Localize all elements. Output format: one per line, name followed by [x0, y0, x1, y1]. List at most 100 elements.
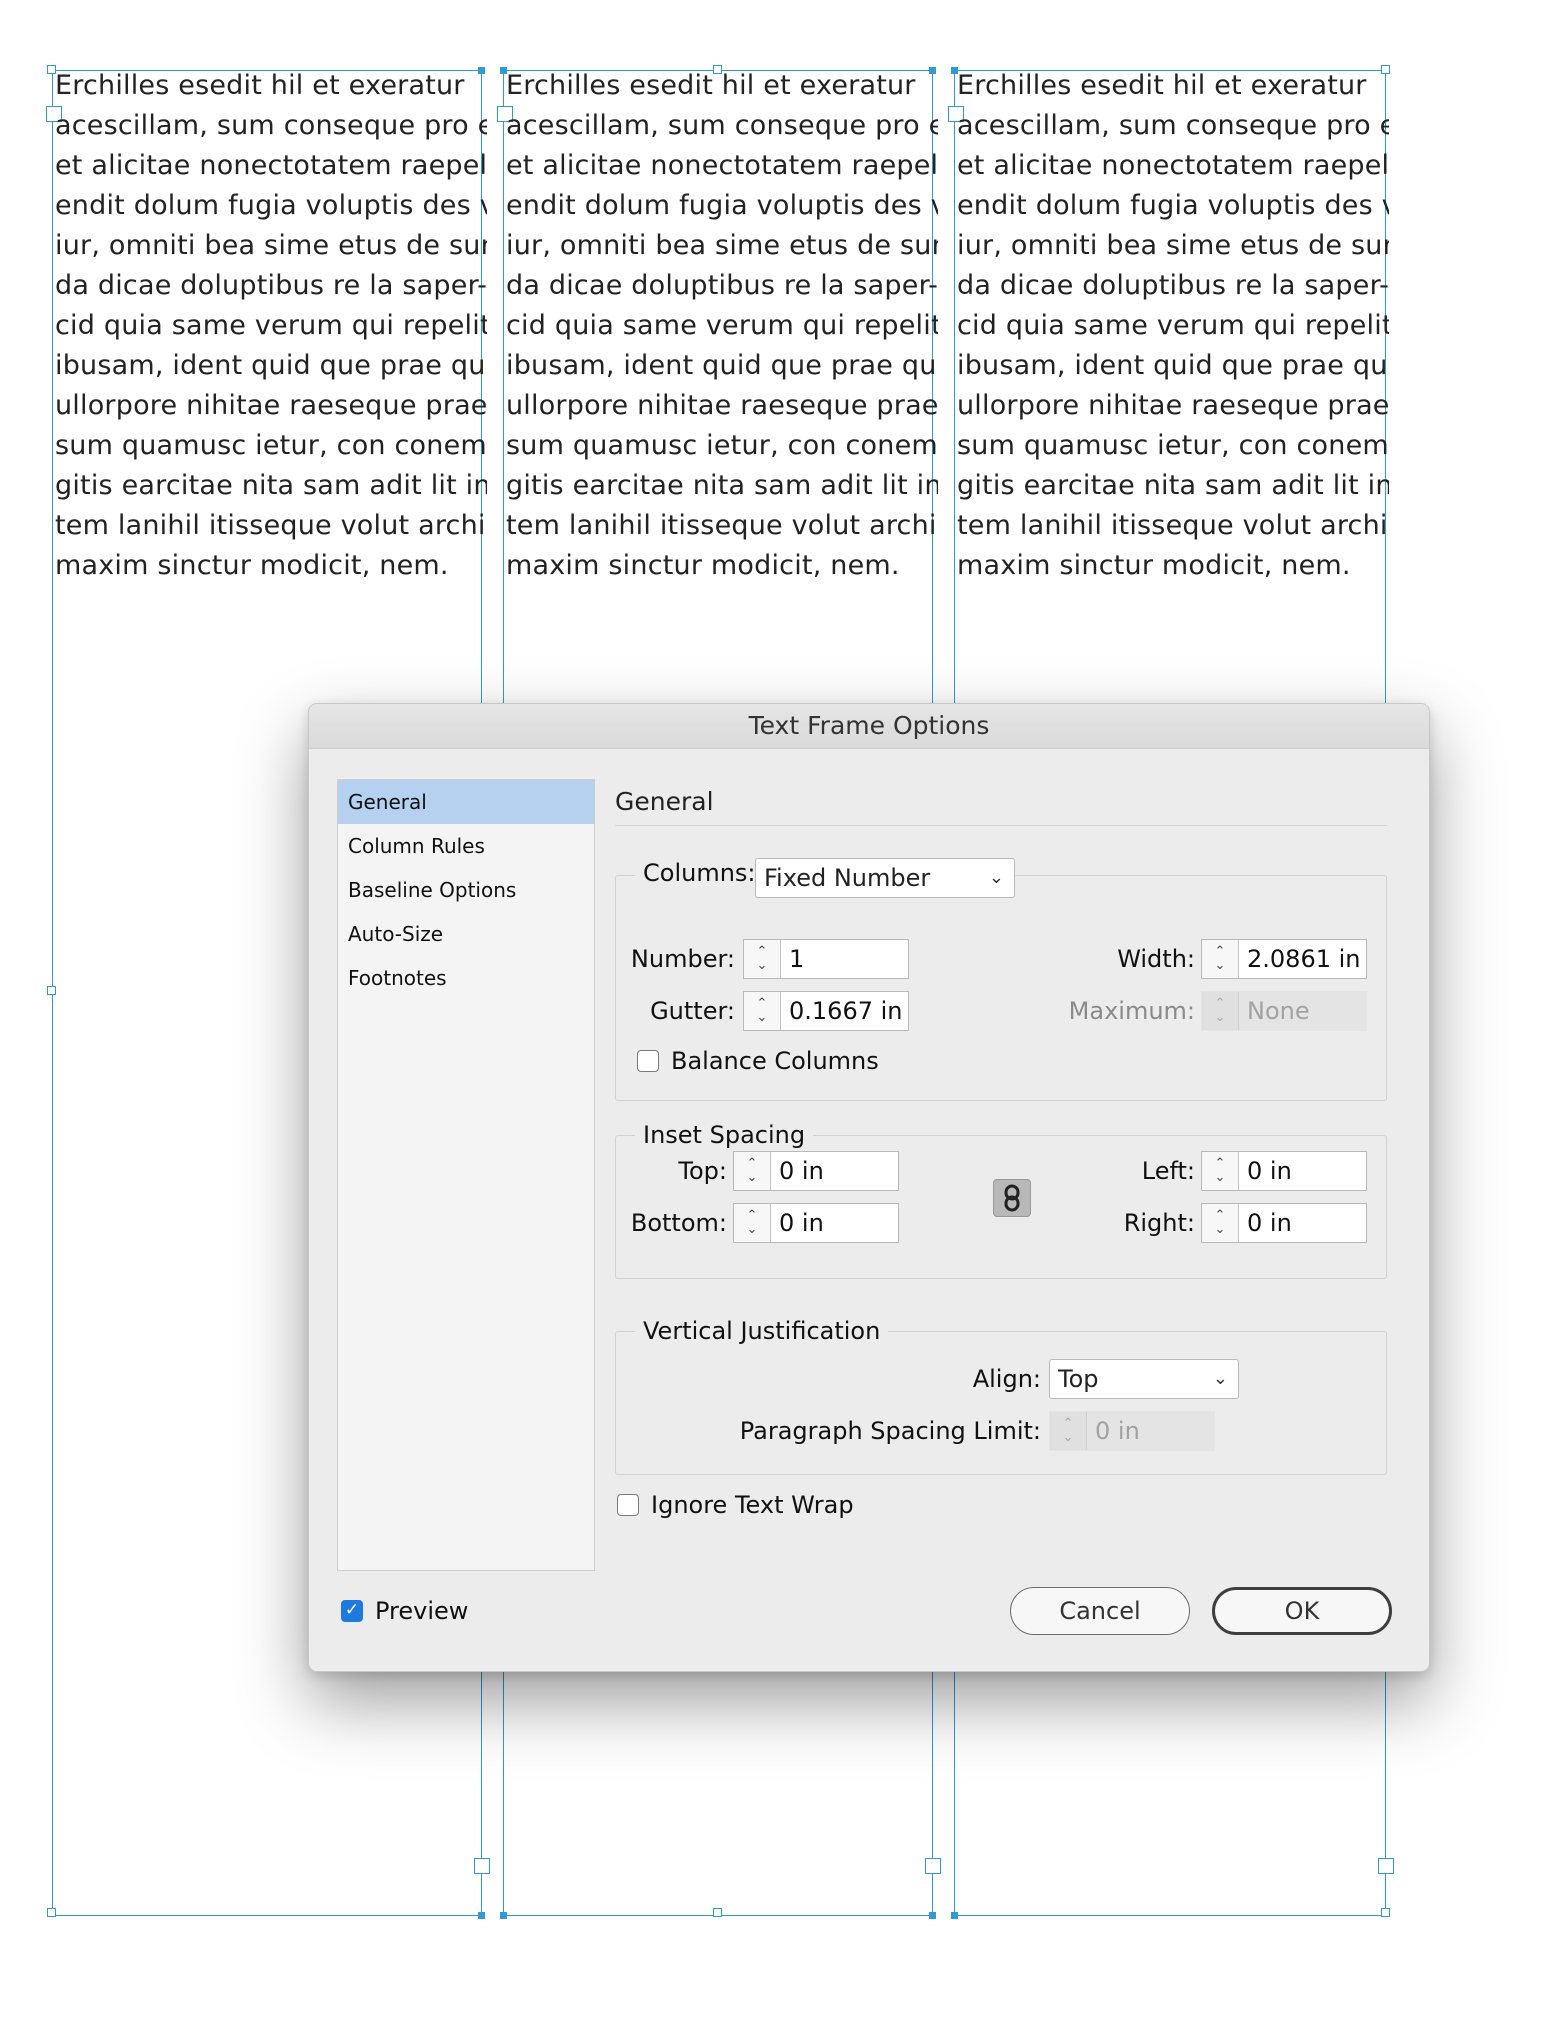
- paragraph-spacing-limit-label: Paragraph Spacing Limit:: [739, 1417, 1041, 1445]
- frame-corner-marker: [500, 1912, 507, 1919]
- text-line: gitis earcitae nita sam adit lit in pro: [957, 470, 1389, 501]
- text-line: et alicitae nonectotatem raepeli ci-: [506, 150, 938, 181]
- dialog-title: Text Frame Options: [309, 704, 1429, 749]
- text-line: gitis earcitae nita sam adit lit in pro: [506, 470, 938, 501]
- frame-corner-marker: [929, 1912, 936, 1919]
- text-line: ullorpore nihitae raeseque prae: [506, 390, 938, 421]
- cancel-button[interactable]: Cancel: [1010, 1587, 1190, 1635]
- chain-link-icon[interactable]: [993, 1179, 1031, 1217]
- inset-right-stepper-icon[interactable]: ⌃ ⌄: [1202, 1204, 1239, 1242]
- paragraph-spacing-stepper-icon: ⌃ ⌄: [1050, 1412, 1087, 1450]
- text-line: da dicae doluptibus re la saper-: [506, 270, 938, 301]
- preview-checkbox[interactable]: ✓: [341, 1600, 363, 1622]
- text-line: endit dolum fugia voluptis des vel: [506, 190, 938, 221]
- inset-bottom-field[interactable]: ⌃ ⌄ 0 in: [733, 1203, 899, 1243]
- text-line: ullorpore nihitae raeseque prae: [55, 390, 487, 421]
- inset-top-value[interactable]: 0 in: [771, 1152, 898, 1190]
- inset-top-stepper-icon[interactable]: ⌃ ⌄: [734, 1152, 771, 1190]
- text-line: da dicae doluptibus re la saper-: [957, 270, 1389, 301]
- sidebar-item-footnotes[interactable]: Footnotes: [338, 956, 594, 1000]
- number-label: Number:: [630, 945, 735, 973]
- maximum-label: Maximum:: [1068, 997, 1195, 1025]
- inset-bottom-label: Bottom:: [630, 1209, 727, 1237]
- gutter-stepper-icon[interactable]: ⌃ ⌄: [744, 992, 781, 1030]
- paragraph-spacing-limit-field: ⌃ ⌄ 0 in: [1049, 1411, 1215, 1451]
- columns-mode-value: Fixed Number: [764, 864, 931, 892]
- vertical-justification-group: [615, 1331, 1387, 1475]
- inset-right-field[interactable]: ⌃ ⌄ 0 in: [1201, 1203, 1367, 1243]
- text-frame-options-dialog: Text Frame Options General Column Rules …: [308, 703, 1430, 1672]
- text-line: da dicae doluptibus re la saper-: [55, 270, 487, 301]
- preview-label[interactable]: Preview: [375, 1596, 468, 1626]
- inset-left-value[interactable]: 0 in: [1239, 1152, 1366, 1190]
- text-line: gitis earcitae nita sam adit lit in pro: [55, 470, 487, 501]
- text-column-3[interactable]: Erchilles esedit hil et exeratur acescill…: [957, 66, 1389, 586]
- text-line: tem lanihil itisseque volut archil: [957, 510, 1389, 541]
- number-field[interactable]: ⌃ ⌄ 1: [743, 939, 909, 979]
- gutter-field[interactable]: ⌃ ⌄ 0.1667 in: [743, 991, 909, 1031]
- inset-bottom-stepper-icon[interactable]: ⌃ ⌄: [734, 1204, 771, 1242]
- width-field[interactable]: ⌃ ⌄ 2.0861 in: [1201, 939, 1367, 979]
- text-line: acescillam, sum conseque pro earia: [957, 110, 1389, 141]
- columns-label: Columns:: [635, 858, 758, 888]
- text-line: maxim sinctur modicit, nem.: [957, 550, 1351, 581]
- text-line: cid quia same verum qui repelit: [506, 310, 938, 341]
- text-line: iur, omniti bea sime etus de sun-: [957, 230, 1389, 261]
- ignore-text-wrap-label[interactable]: Ignore Text Wrap: [651, 1490, 854, 1520]
- inset-right-value[interactable]: 0 in: [1239, 1204, 1366, 1242]
- align-select[interactable]: Top ⌄: [1049, 1359, 1239, 1399]
- text-line: acescillam, sum conseque pro earia: [55, 110, 487, 141]
- text-line: ullorpore nihitae raeseque prae: [957, 390, 1389, 421]
- text-line: endit dolum fugia voluptis des vel: [957, 190, 1389, 221]
- text-column-1[interactable]: Erchilles esedit hil et exeratur acescill…: [55, 66, 487, 586]
- width-value[interactable]: 2.0861 in: [1239, 940, 1366, 978]
- inset-spacing-legend: Inset Spacing: [635, 1120, 814, 1150]
- ok-button[interactable]: OK: [1212, 1587, 1392, 1635]
- vertical-justification-legend: Vertical Justification: [635, 1316, 889, 1346]
- category-sidebar: General Column Rules Baseline Options Au…: [337, 779, 595, 1571]
- sidebar-item-general[interactable]: General: [338, 780, 594, 824]
- text-line: Erchilles esedit hil et exeratur: [957, 70, 1367, 101]
- inset-left-label: Left:: [1141, 1157, 1195, 1185]
- text-line: ibusam, ident quid que prae qui: [506, 350, 938, 381]
- sidebar-item-auto-size[interactable]: Auto-Size: [338, 912, 594, 956]
- inset-left-stepper-icon[interactable]: ⌃ ⌄: [1202, 1152, 1239, 1190]
- text-line: cid quia same verum qui repelit: [55, 310, 487, 341]
- out-port-handle[interactable]: [474, 1858, 490, 1874]
- inset-top-field[interactable]: ⌃ ⌄ 0 in: [733, 1151, 899, 1191]
- columns-mode-select[interactable]: Fixed Number ⌄: [755, 858, 1015, 898]
- out-port-handle[interactable]: [925, 1858, 941, 1874]
- frame-handle[interactable]: [713, 1908, 722, 1917]
- text-line: iur, omniti bea sime etus de sun-: [506, 230, 938, 261]
- balance-columns-label[interactable]: Balance Columns: [671, 1046, 879, 1076]
- text-line: sum quamusc ietur, con conem fu-: [55, 430, 487, 461]
- text-line: cid quia same verum qui repelit: [957, 310, 1389, 341]
- balance-columns-checkbox[interactable]: [637, 1050, 659, 1072]
- frame-handle[interactable]: [47, 986, 56, 995]
- gutter-value[interactable]: 0.1667 in: [781, 992, 908, 1030]
- frame-handle[interactable]: [47, 1908, 56, 1917]
- panel-title: General: [615, 779, 1387, 826]
- text-line: ibusam, ident quid que prae qui: [55, 350, 487, 381]
- inset-top-label: Top:: [678, 1157, 727, 1185]
- frame-handle[interactable]: [1381, 1908, 1390, 1917]
- width-stepper-icon[interactable]: ⌃ ⌄: [1202, 940, 1239, 978]
- ignore-text-wrap-checkbox[interactable]: [617, 1494, 639, 1516]
- text-line: sum quamusc ietur, con conem fu-: [957, 430, 1389, 461]
- sidebar-item-column-rules[interactable]: Column Rules: [338, 824, 594, 868]
- text-column-2[interactable]: Erchilles esedit hil et exeratur acescill…: [506, 66, 938, 586]
- text-line: maxim sinctur modicit, nem.: [506, 550, 900, 581]
- chevron-down-icon: ⌄: [1212, 1368, 1228, 1389]
- align-value: Top: [1058, 1365, 1099, 1393]
- sidebar-item-baseline-options[interactable]: Baseline Options: [338, 868, 594, 912]
- frame-corner-marker: [478, 1912, 485, 1919]
- align-label: Align:: [972, 1365, 1041, 1393]
- number-stepper-icon[interactable]: ⌃ ⌄: [744, 940, 781, 978]
- inset-bottom-value[interactable]: 0 in: [771, 1204, 898, 1242]
- inset-left-field[interactable]: ⌃ ⌄ 0 in: [1201, 1151, 1367, 1191]
- text-line: tem lanihil itisseque volut archil: [55, 510, 487, 541]
- text-line: tem lanihil itisseque volut archil: [506, 510, 938, 541]
- text-line: endit dolum fugia voluptis des vel: [55, 190, 487, 221]
- out-port-handle[interactable]: [1378, 1858, 1394, 1874]
- number-value[interactable]: 1: [781, 940, 908, 978]
